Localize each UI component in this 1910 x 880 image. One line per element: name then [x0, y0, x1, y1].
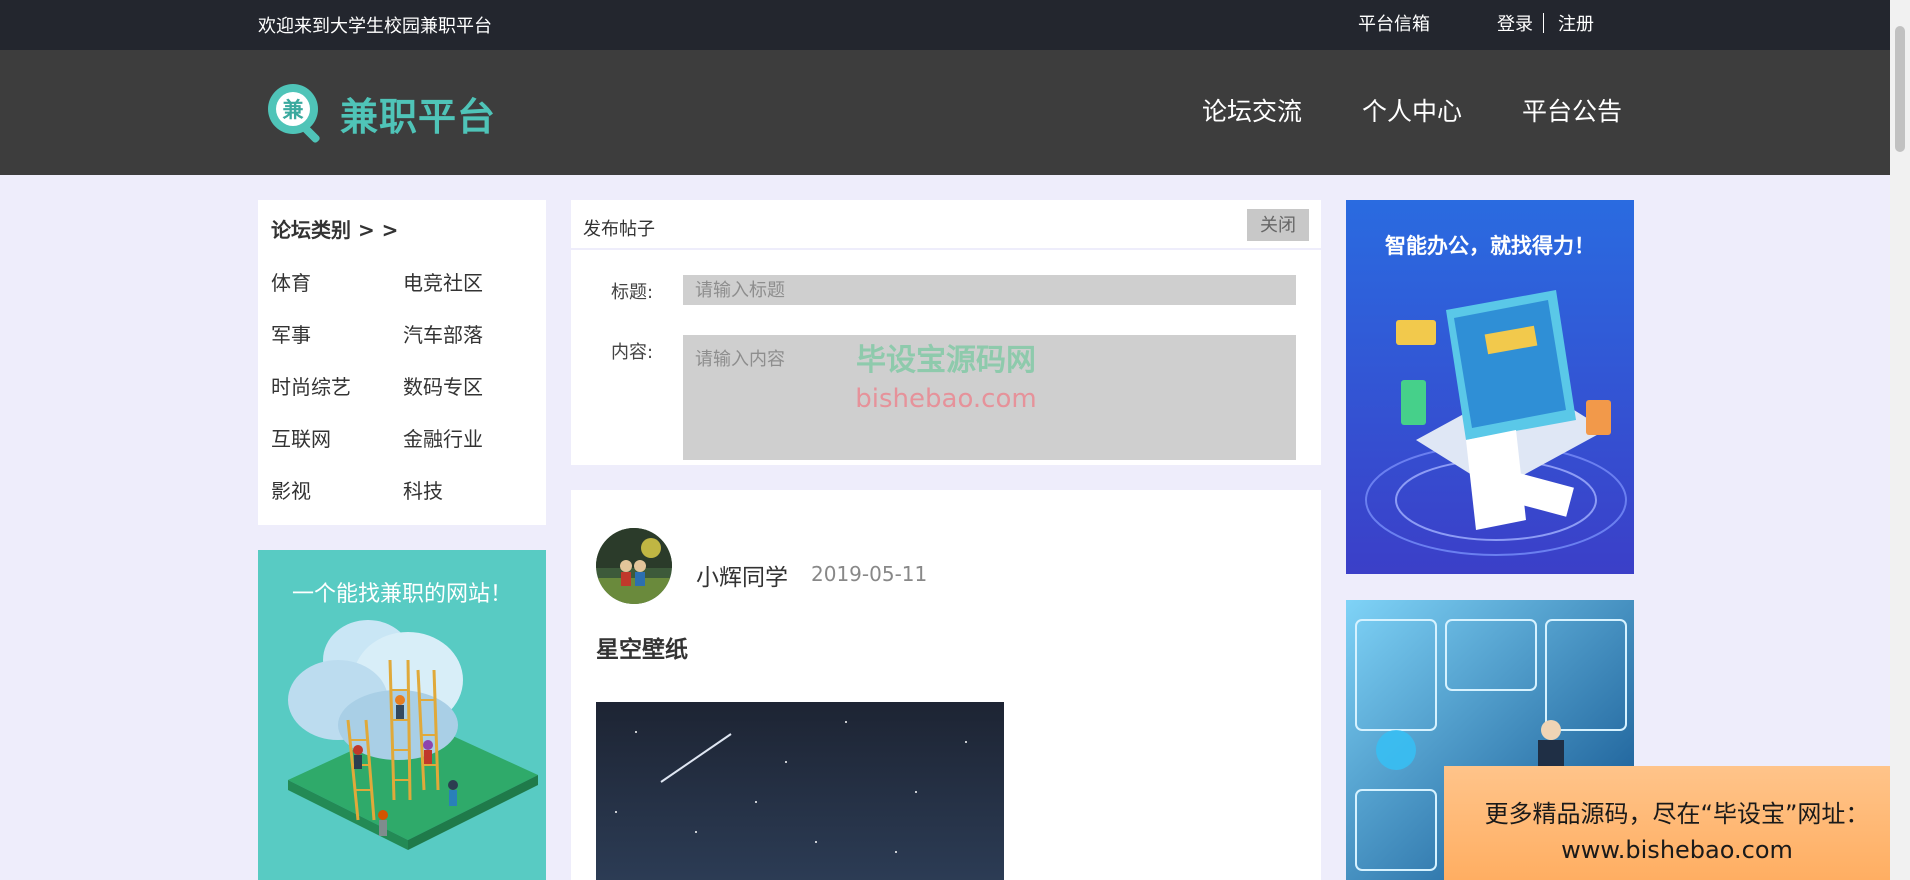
left-ad-banner[interactable]: 一个能找兼职的网站！ [258, 550, 546, 880]
category-title: 论坛类别 > > [271, 218, 399, 242]
category-item[interactable]: 数码专区 [403, 371, 535, 400]
form-title: 发布帖子 [583, 219, 655, 240]
category-item[interactable]: 科技 [403, 475, 535, 504]
content-label: 内容: [611, 342, 654, 363]
category-item[interactable]: 影视 [271, 475, 403, 504]
category-item[interactable]: 互联网 [271, 423, 403, 452]
avatar[interactable] [596, 528, 672, 604]
top-bar: 欢迎来到大学生校园兼职平台 平台信箱 登录 注册 [0, 0, 1890, 50]
login-link[interactable]: 登录 [1497, 10, 1533, 36]
publish-post-form: 发布帖子 关闭 标题: 内容: 毕设宝源码网 bishebao.com [571, 200, 1321, 465]
category-item[interactable]: 体育 [271, 267, 403, 296]
logo-char: 兼 [283, 98, 305, 122]
promo-line2: www.bishebao.com [1561, 836, 1793, 864]
site-header: 兼 兼职平台 论坛交流 个人中心 平台公告 [0, 50, 1890, 175]
nav-forum[interactable]: 论坛交流 [1202, 92, 1302, 128]
promo-line1: 更多精品源码，尽在“毕设宝”网址： [1484, 800, 1870, 828]
post-image[interactable] [596, 702, 1004, 880]
category-item[interactable]: 军事 [271, 319, 403, 348]
title-label: 标题: [611, 282, 654, 303]
post-author[interactable]: 小辉同学 [696, 558, 788, 592]
forum-category-panel: 论坛类别 > > 体育 电竞社区 军事 汽车部落 时尚综艺 数码专区 互联网 金… [258, 200, 546, 525]
main-nav: 论坛交流 个人中心 平台公告 [1202, 92, 1622, 128]
cloud-ladder-illustration [288, 620, 538, 850]
title-input[interactable] [683, 275, 1296, 305]
promo-banner[interactable]: 更多精品源码，尽在“毕设宝”网址： www.bishebao.com [1444, 766, 1910, 880]
category-list: 体育 电竞社区 军事 汽车部落 时尚综艺 数码专区 互联网 金融行业 影视 科技 [271, 267, 546, 504]
nav-announcements[interactable]: 平台公告 [1522, 92, 1622, 128]
category-item[interactable]: 金融行业 [403, 423, 535, 452]
auth-links: 登录 注册 [1497, 10, 1594, 36]
page-scrollbar[interactable] [1890, 0, 1910, 880]
starry-sky-image [596, 702, 1004, 880]
category-item[interactable]: 汽车部落 [403, 319, 535, 348]
welcome-text: 欢迎来到大学生校园兼职平台 [258, 16, 492, 37]
avatar-image [596, 528, 672, 604]
form-header: 发布帖子 关闭 [571, 200, 1321, 250]
mailbox-link[interactable]: 平台信箱 [1358, 10, 1430, 36]
register-link[interactable]: 注册 [1558, 10, 1594, 36]
category-item[interactable]: 时尚综艺 [271, 371, 403, 400]
post-date: 2019-05-11 [811, 562, 928, 586]
right-ad-office[interactable]: 智能办公，就找得力！ [1346, 200, 1634, 574]
nav-personal-center[interactable]: 个人中心 [1362, 92, 1462, 128]
logo-text: 兼职平台 [340, 94, 497, 139]
content-textarea[interactable] [683, 335, 1296, 460]
scrollbar-thumb[interactable] [1895, 26, 1905, 152]
close-button[interactable]: 关闭 [1247, 209, 1309, 241]
post-title[interactable]: 星空壁纸 [596, 630, 688, 664]
site-logo[interactable]: 兼 兼职平台 [264, 80, 496, 146]
logo-magnifier-icon: 兼 [268, 84, 320, 143]
post-card: 小辉同学 2019-05-11 星空壁纸 [571, 490, 1321, 880]
right-ad-caption: 智能办公，就找得力！ [1385, 234, 1595, 258]
category-item[interactable]: 电竞社区 [403, 267, 535, 296]
auth-divider [1543, 13, 1544, 33]
